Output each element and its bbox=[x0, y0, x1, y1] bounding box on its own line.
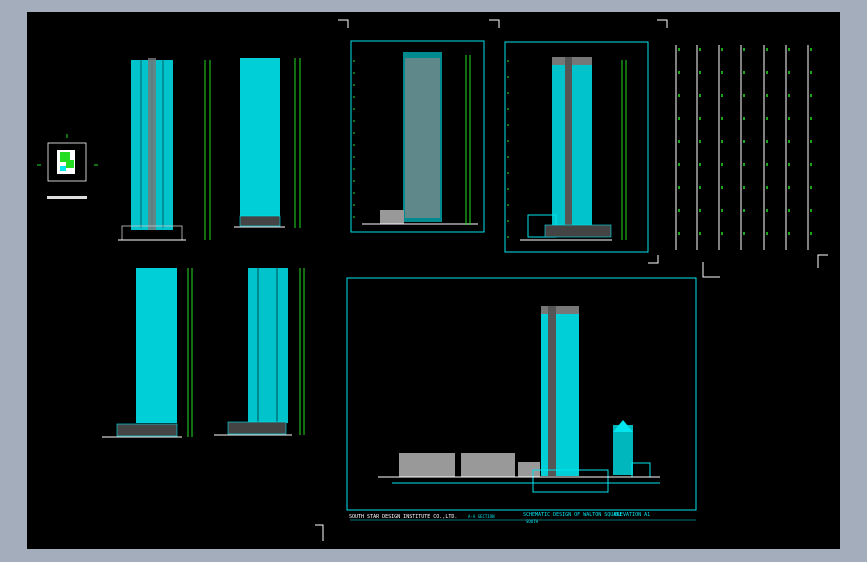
title-block-right: ELEVATION A1 bbox=[614, 512, 650, 518]
title-block-left: SOUTH STAR DESIGN INSTITUTE CO.,LTD. bbox=[349, 514, 457, 520]
title-block-scale: A-A SECTION bbox=[468, 514, 495, 519]
cad-drawing-canvas[interactable]: SOUTH STAR DESIGN INSTITUTE CO.,LTD. A-A… bbox=[0, 0, 867, 562]
title-block-sub: SOUTH bbox=[526, 519, 539, 524]
title-block-center: SCHEMATIC DESIGN OF WALTON SQUARE bbox=[523, 512, 622, 518]
